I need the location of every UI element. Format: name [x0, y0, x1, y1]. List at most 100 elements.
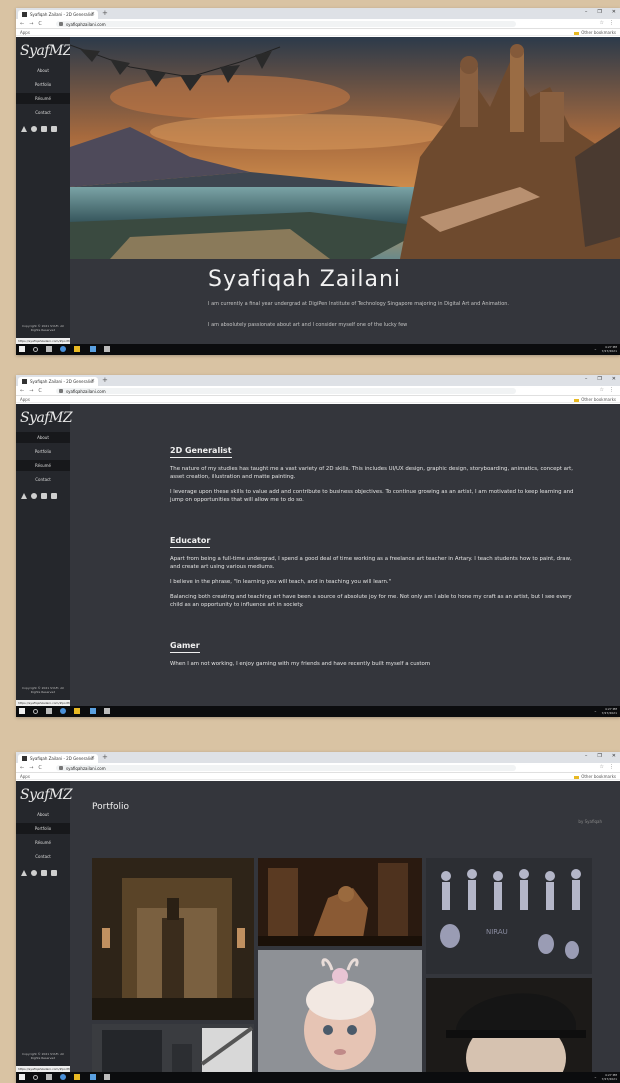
- dribbble-icon[interactable]: [31, 870, 37, 876]
- dribbble-icon[interactable]: [31, 126, 37, 132]
- store-icon[interactable]: [90, 1074, 96, 1080]
- nav-item-about[interactable]: About: [16, 65, 70, 76]
- close-window-icon[interactable]: ✕: [612, 753, 616, 759]
- gallery-item-baby-portrait[interactable]: [258, 950, 422, 1072]
- reload-icon[interactable]: C: [38, 21, 42, 27]
- store-icon[interactable]: [90, 708, 96, 714]
- mail-icon[interactable]: [51, 870, 57, 876]
- nav-item-resume[interactable]: Résumé: [16, 837, 70, 848]
- forward-icon[interactable]: →: [29, 765, 33, 771]
- task-view-icon[interactable]: [46, 346, 52, 352]
- reload-icon[interactable]: C: [38, 765, 42, 771]
- browser-tab[interactable]: Syafiqah Zailani - 2D Generalist ×: [18, 377, 98, 386]
- mail-app-icon[interactable]: [104, 708, 110, 714]
- tab-close-icon[interactable]: ×: [91, 11, 95, 17]
- windows-start-icon[interactable]: [19, 1074, 25, 1080]
- artstation-icon[interactable]: [21, 870, 27, 876]
- mail-app-icon[interactable]: [104, 1074, 110, 1080]
- task-view-icon[interactable]: [46, 1074, 52, 1080]
- mail-icon[interactable]: [51, 126, 57, 132]
- linkedin-icon[interactable]: [41, 870, 47, 876]
- url-field[interactable]: syafiqahzailani.com: [56, 388, 516, 394]
- other-bookmarks[interactable]: Other bookmarks: [574, 774, 616, 779]
- close-window-icon[interactable]: ✕: [612, 9, 616, 15]
- gallery-item-man-portrait[interactable]: [426, 978, 592, 1072]
- windows-start-icon[interactable]: [19, 346, 25, 352]
- search-icon[interactable]: [33, 346, 38, 352]
- dribbble-icon[interactable]: [31, 493, 37, 499]
- new-tab-icon[interactable]: +: [102, 753, 108, 761]
- forward-icon[interactable]: →: [29, 388, 33, 394]
- site-logo[interactable]: SyafMZ: [20, 410, 73, 426]
- clock[interactable]: 4:27 PM 7/27/2021: [602, 345, 617, 353]
- nav-item-contact[interactable]: Contact: [16, 474, 70, 485]
- bookmark-star-icon[interactable]: ☆: [600, 387, 604, 393]
- file-explorer-icon[interactable]: [74, 1074, 80, 1080]
- browser-menu-icon[interactable]: ⋮: [609, 20, 614, 26]
- search-icon[interactable]: [33, 708, 38, 714]
- new-tab-icon[interactable]: +: [102, 376, 108, 384]
- url-field[interactable]: syafiqahzailani.com: [56, 21, 516, 27]
- tray-arrow-icon[interactable]: ^: [594, 1076, 597, 1080]
- maximize-icon[interactable]: ❐: [597, 9, 601, 15]
- artstation-icon[interactable]: [21, 126, 27, 132]
- tray-arrow-icon[interactable]: ^: [594, 710, 597, 714]
- clock[interactable]: 4:27 PM 7/27/2021: [602, 1073, 617, 1081]
- bookmark-star-icon[interactable]: ☆: [600, 764, 604, 770]
- nav-item-portfolio[interactable]: Portfolio: [16, 79, 70, 90]
- minimize-icon[interactable]: –: [585, 753, 588, 759]
- gallery-item-dark-hall[interactable]: [92, 858, 254, 1020]
- other-bookmarks[interactable]: Other bookmarks: [574, 30, 616, 35]
- mail-app-icon[interactable]: [104, 346, 110, 352]
- mail-icon[interactable]: [51, 493, 57, 499]
- site-logo[interactable]: SyafMZ: [20, 787, 73, 803]
- browser-menu-icon[interactable]: ⋮: [609, 387, 614, 393]
- back-icon[interactable]: ←: [20, 765, 24, 771]
- windows-start-icon[interactable]: [19, 708, 25, 714]
- minimize-icon[interactable]: –: [585, 9, 588, 15]
- nav-item-contact[interactable]: Contact: [16, 107, 70, 118]
- file-explorer-icon[interactable]: [74, 708, 80, 714]
- tab-close-icon[interactable]: ×: [91, 378, 95, 384]
- chrome-icon[interactable]: [60, 708, 66, 714]
- back-icon[interactable]: ←: [20, 21, 24, 27]
- apps-bookmark[interactable]: Apps: [20, 774, 30, 779]
- maximize-icon[interactable]: ❐: [597, 376, 601, 382]
- nav-item-portfolio[interactable]: Portfolio: [16, 446, 70, 457]
- clock[interactable]: 4:27 PM 7/27/2021: [602, 707, 617, 715]
- chrome-icon[interactable]: [60, 346, 66, 352]
- store-icon[interactable]: [90, 346, 96, 352]
- other-bookmarks[interactable]: Other bookmarks: [574, 397, 616, 402]
- nav-item-contact[interactable]: Contact: [16, 851, 70, 862]
- nav-item-about[interactable]: About: [16, 432, 70, 443]
- artstation-icon[interactable]: [21, 493, 27, 499]
- tray-arrow-icon[interactable]: ^: [594, 348, 597, 352]
- file-explorer-icon[interactable]: [74, 346, 80, 352]
- nav-item-about[interactable]: About: [16, 809, 70, 820]
- close-window-icon[interactable]: ✕: [612, 376, 616, 382]
- task-view-icon[interactable]: [46, 708, 52, 714]
- search-icon[interactable]: [33, 1074, 38, 1080]
- forward-icon[interactable]: →: [29, 21, 33, 27]
- linkedin-icon[interactable]: [41, 493, 47, 499]
- nav-item-resume[interactable]: Résumé: [16, 460, 70, 471]
- new-tab-icon[interactable]: +: [102, 9, 108, 17]
- gallery-item-window-room[interactable]: [92, 1024, 254, 1072]
- browser-tab[interactable]: Syafiqah Zailani - 2D Generalist ×: [18, 10, 98, 19]
- nav-item-resume[interactable]: Résumé: [16, 93, 70, 104]
- gallery-item-character-sheet[interactable]: NIRAU: [426, 858, 592, 974]
- site-logo[interactable]: SyafMZ: [20, 43, 73, 59]
- browser-tab[interactable]: Syafiqah Zailani - 2D Generalist ×: [18, 754, 98, 763]
- apps-bookmark[interactable]: Apps: [20, 397, 30, 402]
- bookmark-star-icon[interactable]: ☆: [600, 20, 604, 26]
- reload-icon[interactable]: C: [38, 388, 42, 394]
- tab-close-icon[interactable]: ×: [91, 755, 95, 761]
- apps-bookmark[interactable]: Apps: [20, 30, 30, 35]
- nav-item-portfolio[interactable]: Portfolio: [16, 823, 70, 834]
- minimize-icon[interactable]: –: [585, 376, 588, 382]
- linkedin-icon[interactable]: [41, 126, 47, 132]
- chrome-icon[interactable]: [60, 1074, 66, 1080]
- browser-menu-icon[interactable]: ⋮: [609, 764, 614, 770]
- url-field[interactable]: syafiqahzailani.com: [56, 765, 516, 771]
- maximize-icon[interactable]: ❐: [597, 753, 601, 759]
